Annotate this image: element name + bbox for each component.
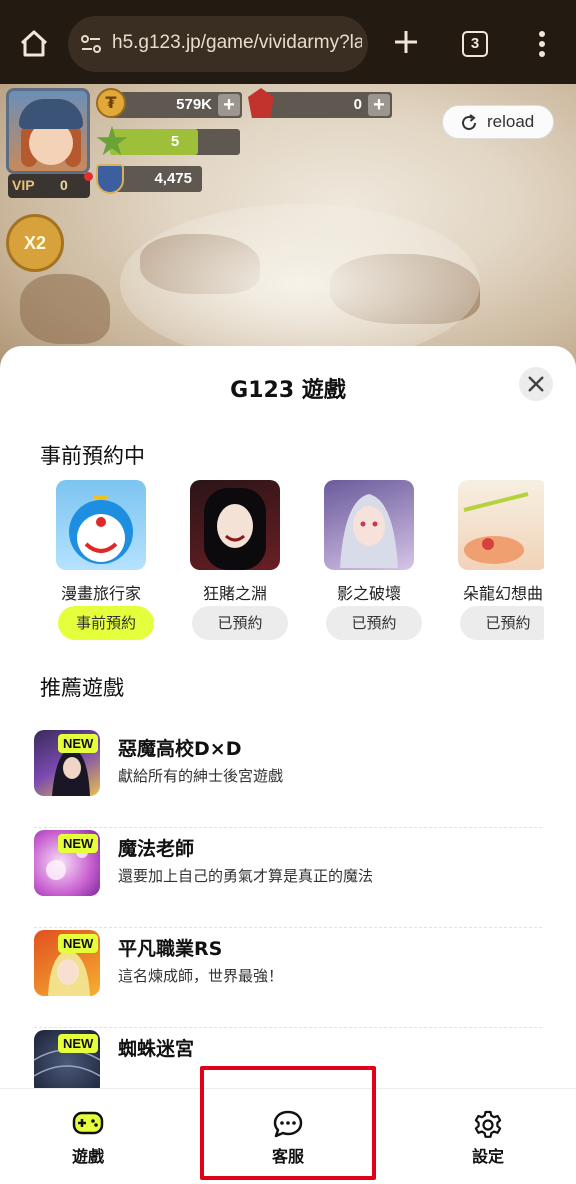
- coin-counter: 579K +: [110, 92, 242, 118]
- reserved-button[interactable]: 已預約: [460, 606, 544, 640]
- reload-label: reload: [487, 112, 535, 131]
- url-text: h5.g123.jp/game/vividarmy?lang=: [112, 32, 362, 53]
- reserve-carousel[interactable]: 漫畫旅行家 事前預約 狂賭之淵 已預約 影之破壞 已預約 朵龍幻想曲 已預約: [40, 480, 544, 650]
- game-name: 平凡職業RS: [118, 938, 223, 960]
- vip-level: 0: [60, 177, 68, 193]
- game-thumbnail[interactable]: [56, 480, 146, 570]
- vip-label: VIP: [12, 177, 35, 193]
- new-badge: NEW: [58, 934, 99, 953]
- character-art: [340, 494, 398, 568]
- gem-counter: 0 +: [262, 92, 392, 118]
- game-canvas[interactable]: VIP 0 579K + ₮ 0 + 5 4,475 X2 reload: [0, 84, 576, 384]
- reserved-button[interactable]: 已預約: [326, 606, 422, 640]
- game-thumbnail[interactable]: [458, 480, 544, 570]
- home-icon: [20, 30, 48, 57]
- tune-icon[interactable]: [80, 33, 102, 55]
- new-badge: NEW: [58, 1034, 99, 1053]
- gem-value: 0: [353, 96, 362, 113]
- bonus-badge[interactable]: X2: [6, 214, 64, 272]
- home-button[interactable]: [14, 24, 54, 64]
- nav-games-label: 遊戲: [71, 1147, 104, 1166]
- nav-settings-label: 設定: [471, 1147, 504, 1166]
- coin-icon: ₮: [96, 88, 126, 118]
- tab-count-button[interactable]: 3: [462, 31, 488, 57]
- game-thumbnail[interactable]: [324, 480, 414, 570]
- reserve-section-title: 事前預約中: [32, 440, 145, 470]
- new-tab-button[interactable]: [388, 24, 424, 60]
- recommended-section-title: 推薦遊戲: [32, 672, 124, 702]
- fog: [120, 204, 480, 364]
- power-value: 4,475: [154, 170, 192, 187]
- reload-icon: [462, 114, 476, 130]
- game-name: 惡魔高校D×D: [118, 738, 242, 760]
- game-name: 蜘蛛迷宮: [118, 1038, 195, 1060]
- reserve-item[interactable]: 朵龍幻想曲 已預約: [450, 480, 544, 650]
- reserve-item[interactable]: 影之破壞 已預約: [316, 480, 422, 650]
- recommended-game-item[interactable]: NEW 惡魔高校D×D 獻給所有的紳士後宮遊戲: [34, 728, 542, 828]
- browser-menu-button[interactable]: [530, 28, 554, 60]
- level-value: 5: [170, 133, 180, 150]
- character-art: [204, 488, 266, 570]
- nav-settings[interactable]: 設定: [428, 1089, 548, 1184]
- recommended-game-item[interactable]: NEW 平凡職業RS 這名煉成師，世界最強！: [34, 928, 542, 1028]
- gamepad-icon: [72, 1111, 104, 1135]
- browser-toolbar: h5.g123.jp/game/vividarmy?lang= 3: [0, 0, 576, 84]
- reserve-button[interactable]: 事前預約: [58, 606, 154, 640]
- food-art: [463, 492, 529, 564]
- g123-games-sheet: G123 遊戲 事前預約中 漫畫旅行家 事前預約 狂賭之淵 已預約 影之破壞 已…: [0, 346, 576, 1184]
- game-description: 這名煉成師，世界最強！: [118, 967, 284, 985]
- new-badge: NEW: [58, 734, 99, 753]
- recommended-game-item[interactable]: NEW 魔法老師 還要加上自己的勇氣才算是真正的魔法: [34, 828, 542, 928]
- game-name: 漫畫旅行家: [60, 584, 141, 603]
- doraemon-art: [69, 496, 133, 564]
- game-name: 朵龍幻想曲: [462, 584, 543, 603]
- vip-badge[interactable]: VIP 0: [8, 174, 90, 198]
- game-description: 還要加上自己的勇氣才算是真正的魔法: [118, 867, 374, 885]
- new-badge: NEW: [58, 834, 99, 853]
- reserved-button[interactable]: 已預約: [192, 606, 288, 640]
- level-progress-bar: 5: [110, 129, 240, 155]
- game-name: 影之破壞: [336, 584, 401, 603]
- notification-dot: [84, 172, 93, 181]
- game-name: 狂賭之淵: [202, 584, 267, 603]
- reload-button[interactable]: reload: [442, 105, 554, 139]
- reserve-item[interactable]: 漫畫旅行家 事前預約: [48, 480, 154, 650]
- game-description: 獻給所有的紳士後宮遊戲: [118, 767, 284, 785]
- terrain: [20, 274, 110, 344]
- plus-icon: [395, 31, 417, 53]
- avatar-hat: [19, 99, 83, 129]
- player-avatar[interactable]: [6, 88, 90, 174]
- url-bar[interactable]: h5.g123.jp/game/vividarmy?lang=: [68, 16, 368, 72]
- more-vert-icon: [539, 31, 545, 57]
- nav-games[interactable]: 遊戲: [28, 1089, 148, 1184]
- add-coins-button[interactable]: +: [218, 94, 240, 116]
- sheet-title: G123 遊戲: [230, 378, 346, 403]
- gear-icon: [474, 1110, 502, 1138]
- close-icon: [528, 376, 544, 392]
- reserve-item[interactable]: 狂賭之淵 已預約: [182, 480, 288, 650]
- coin-value: 579K: [176, 96, 212, 113]
- add-gems-button[interactable]: +: [368, 94, 390, 116]
- shield-icon: [96, 164, 124, 194]
- selection-highlight: [200, 1066, 376, 1180]
- game-name: 魔法老師: [118, 838, 195, 860]
- close-button[interactable]: [519, 367, 553, 401]
- game-thumbnail[interactable]: [190, 480, 280, 570]
